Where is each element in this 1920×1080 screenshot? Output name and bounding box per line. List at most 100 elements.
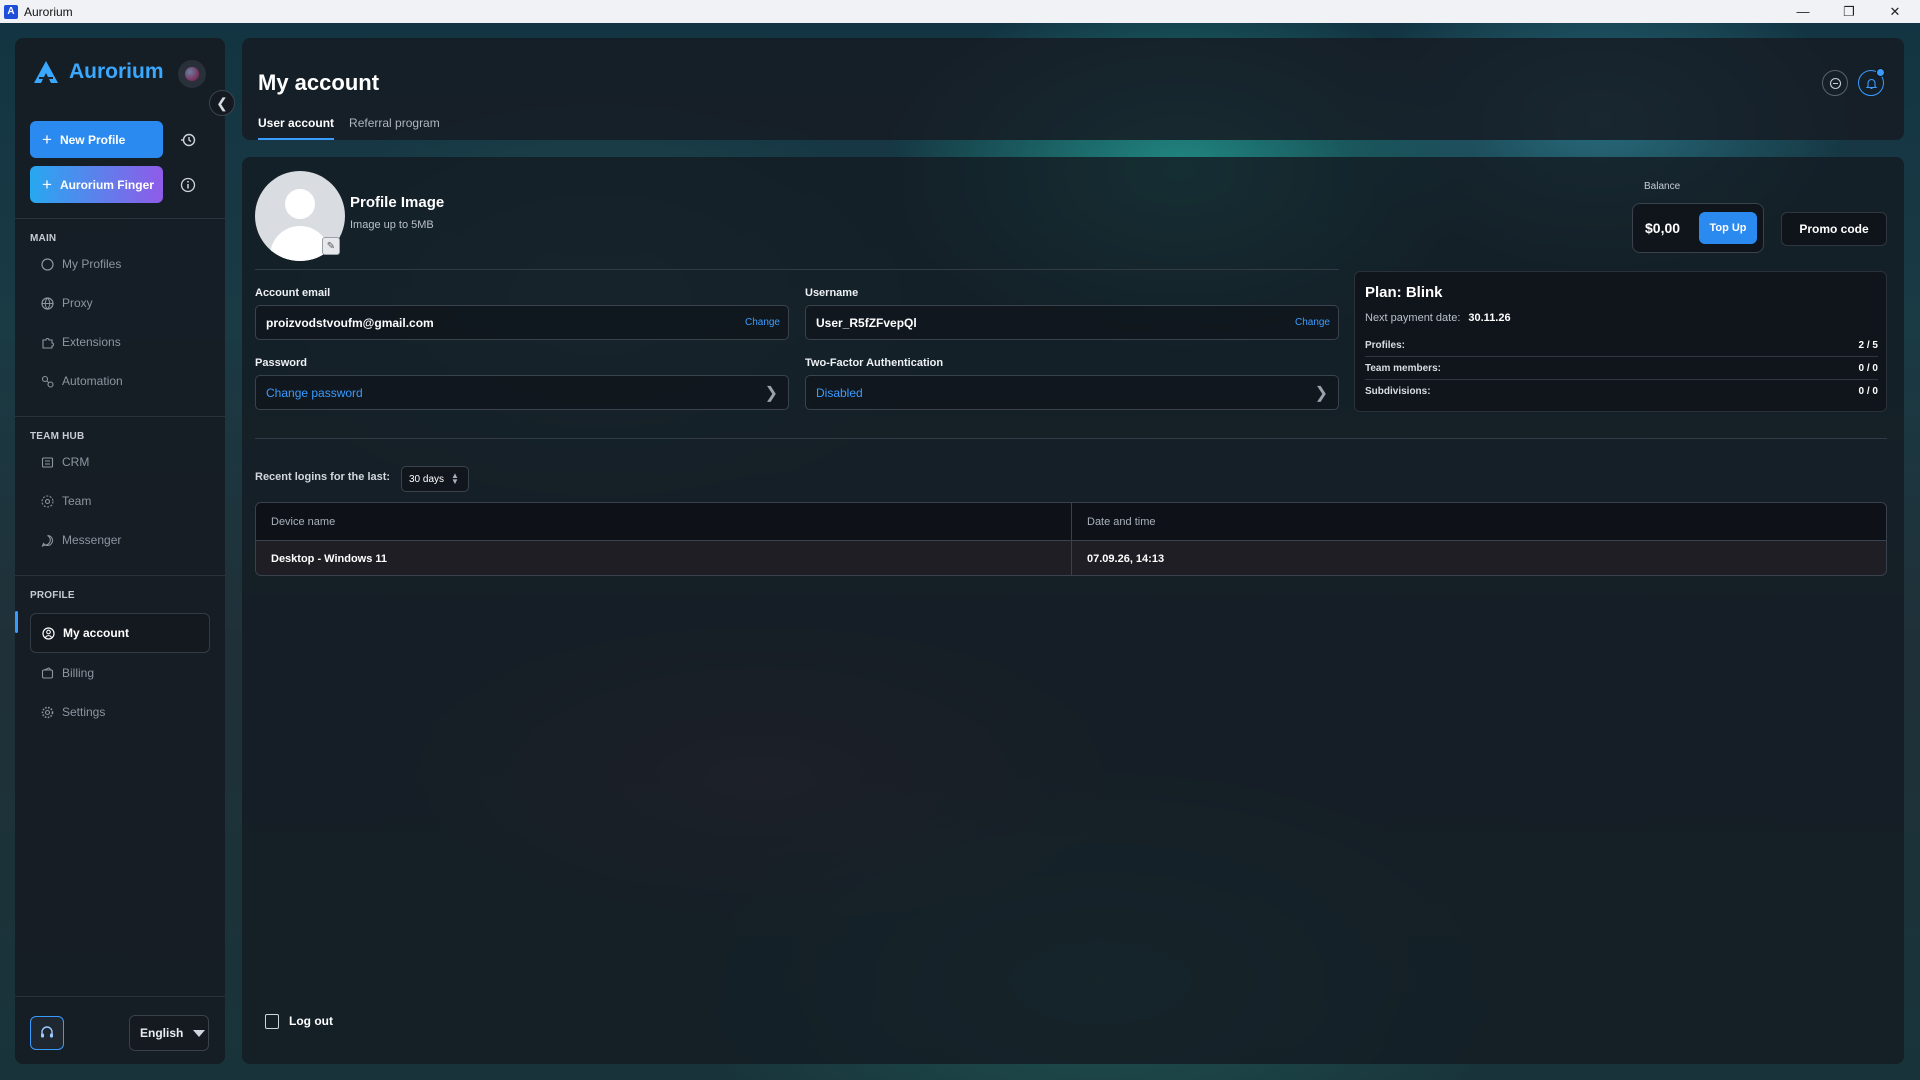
team-icon bbox=[40, 494, 54, 508]
new-profile-button[interactable]: + New Profile bbox=[30, 121, 163, 158]
crm-icon bbox=[40, 455, 54, 469]
section-profile: PROFILE bbox=[30, 590, 75, 601]
sidebar-item-automation[interactable]: Automation bbox=[30, 365, 210, 397]
page-title: My account bbox=[258, 70, 380, 95]
next-payment-label: Next payment date: bbox=[1365, 312, 1461, 324]
chevron-right-icon: ❯ bbox=[1314, 384, 1328, 402]
profile-image-title: Profile Image bbox=[350, 194, 445, 211]
restore-icon[interactable]: ❐ bbox=[1826, 0, 1872, 23]
change-password-label: Change password bbox=[266, 385, 363, 400]
sidebar-item-label: CRM bbox=[62, 455, 90, 469]
new-profile-label: New Profile bbox=[59, 132, 126, 147]
username-field: User_R5fZFvepQl Change bbox=[805, 305, 1339, 340]
tab-bar: User account Referral program bbox=[258, 116, 455, 140]
sidebar-item-label: My account bbox=[63, 626, 130, 640]
change-email-link[interactable]: Change bbox=[745, 317, 780, 328]
plan-row-value: 0 / 0 bbox=[1858, 362, 1878, 374]
next-payment-value: 30.11.26 bbox=[1468, 312, 1511, 324]
plan-row: Subdivisions: 0 / 0 bbox=[1365, 380, 1878, 403]
username-label: Username bbox=[805, 287, 859, 299]
column-header-datetime: Date and time bbox=[1071, 503, 1886, 540]
sidebar-item-settings[interactable]: Settings bbox=[30, 696, 210, 728]
sidebar-item-team[interactable]: Team bbox=[30, 485, 210, 517]
collapse-sidebar-button[interactable]: ❮ bbox=[209, 90, 235, 116]
table-header-row: Device name Date and time bbox=[256, 503, 1886, 540]
circle-icon bbox=[40, 257, 54, 271]
change-password-button[interactable]: Change password ❯ bbox=[255, 375, 789, 410]
minimize-icon[interactable]: — bbox=[1780, 0, 1826, 23]
logout-label: Log out bbox=[289, 1014, 333, 1028]
close-icon[interactable]: ✕ bbox=[1872, 0, 1918, 23]
logout-button[interactable]: Log out bbox=[255, 1005, 343, 1037]
notifications-button[interactable] bbox=[1858, 68, 1885, 96]
sidebar-item-billing[interactable]: Billing bbox=[30, 657, 210, 689]
balance-value: $0,00 bbox=[1645, 220, 1681, 236]
sidebar-item-label: Proxy bbox=[62, 296, 93, 310]
plan-row-value: 2 / 5 bbox=[1858, 339, 1878, 351]
headset-icon bbox=[41, 1026, 53, 1038]
info-icon[interactable] bbox=[175, 172, 201, 198]
sidebar-item-label: Messenger bbox=[62, 533, 122, 547]
period-select[interactable]: 30 days ▲ ▼ bbox=[401, 466, 469, 492]
edit-image-icon[interactable]: ✎ bbox=[322, 237, 340, 255]
twofa-button[interactable]: Disabled ❯ bbox=[805, 375, 1339, 410]
chat-icon bbox=[40, 533, 54, 547]
sidebar: Aurorium + New Profile + Aurorium Finger… bbox=[15, 38, 225, 1064]
support-button[interactable] bbox=[30, 1016, 64, 1050]
sidebar-item-extensions[interactable]: Extensions bbox=[30, 326, 210, 358]
twofa-label: Two-Factor Authentication bbox=[805, 357, 944, 369]
change-username-link[interactable]: Change bbox=[1295, 317, 1330, 328]
next-payment: Next payment date: 30.11.26 bbox=[1365, 312, 1511, 324]
sidebar-item-label: Extensions bbox=[62, 335, 121, 349]
globe-icon bbox=[40, 296, 54, 310]
sidebar-item-label: Billing bbox=[62, 666, 95, 680]
plus-icon: + bbox=[42, 175, 52, 194]
divider bbox=[255, 438, 1887, 439]
plan-row-value: 0 / 0 bbox=[1858, 386, 1878, 397]
top-up-button[interactable]: Top Up bbox=[1699, 212, 1757, 244]
chat-icon bbox=[1829, 77, 1841, 89]
language-select[interactable]: English bbox=[129, 1015, 209, 1051]
active-indicator bbox=[15, 611, 18, 633]
divider bbox=[15, 218, 225, 219]
sort-arrows-icon: ▲ ▼ bbox=[451, 471, 459, 486]
aurorium-logo-icon bbox=[34, 61, 58, 83]
plan-row: Team members: 0 / 0 bbox=[1365, 357, 1878, 380]
balance-box: $0,00 Top Up bbox=[1632, 203, 1764, 253]
sidebar-item-label: Settings bbox=[62, 705, 106, 719]
section-team-hub: TEAM HUB bbox=[30, 431, 85, 442]
sidebar-item-label: Team bbox=[62, 494, 92, 508]
email-field: proizvodstvoufm@gmail.com Change bbox=[255, 305, 789, 340]
window-title: Aurorium bbox=[24, 4, 73, 19]
section-main: MAIN bbox=[30, 233, 57, 244]
divider bbox=[255, 269, 1339, 270]
aurorium-finger-button[interactable]: + Aurorium Finger bbox=[30, 166, 163, 203]
messages-button[interactable] bbox=[1822, 70, 1848, 96]
recent-logins-label: Recent logins for the last: bbox=[255, 471, 391, 483]
promo-code-button[interactable]: Promo code bbox=[1781, 212, 1887, 246]
sidebar-item-crm[interactable]: CRM bbox=[30, 446, 210, 478]
sidebar-item-my-profiles[interactable]: My Profiles bbox=[30, 248, 210, 280]
sidebar-item-proxy[interactable]: Proxy bbox=[30, 287, 210, 319]
email-value: proizvodstvoufm@gmail.com bbox=[266, 315, 434, 330]
logins-table: Device name Date and time Desktop - Wind… bbox=[255, 502, 1887, 576]
chevron-left-icon: ❮ bbox=[216, 94, 228, 111]
profile-image-subtitle: Image up to 5MB bbox=[350, 219, 434, 231]
logout-icon bbox=[265, 1013, 279, 1029]
balance-label: Balance bbox=[1644, 181, 1681, 192]
divider bbox=[15, 996, 225, 997]
sidebar-item-my-account[interactable]: My account bbox=[30, 613, 210, 653]
chevron-down-icon bbox=[193, 1029, 206, 1037]
plus-icon: + bbox=[42, 130, 52, 149]
sidebar-item-label: Automation bbox=[62, 374, 123, 388]
tab-user-account[interactable]: User account bbox=[258, 116, 335, 140]
tab-referral-program[interactable]: Referral program bbox=[349, 116, 440, 140]
brand-logo[interactable]: Aurorium bbox=[33, 60, 164, 84]
puzzle-icon bbox=[40, 335, 54, 349]
history-icon[interactable] bbox=[175, 127, 201, 153]
twofa-value: Disabled bbox=[816, 385, 863, 400]
window-titlebar: A Aurorium — ❐ ✕ bbox=[0, 0, 1920, 23]
sidebar-item-messenger[interactable]: Messenger bbox=[30, 524, 210, 556]
table-row: Desktop - Windows 11 07.09.26, 14:13 bbox=[256, 540, 1886, 575]
status-orb-icon[interactable] bbox=[178, 60, 206, 88]
